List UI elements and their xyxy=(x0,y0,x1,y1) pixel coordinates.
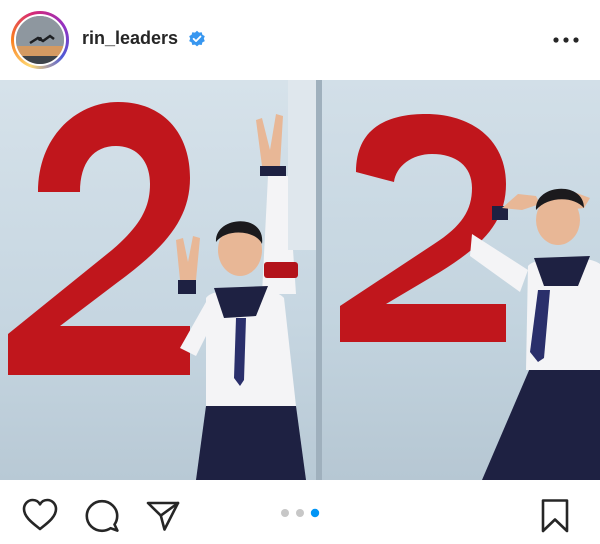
right-photo-scene xyxy=(340,114,600,480)
carousel-indicator xyxy=(281,508,320,518)
avatar[interactable] xyxy=(14,14,66,66)
username-link[interactable]: rin_leaders xyxy=(82,28,178,49)
post-photo[interactable] xyxy=(0,80,600,480)
verified-badge-icon xyxy=(189,30,205,47)
heart-icon[interactable] xyxy=(22,498,58,532)
wall-panel-edge xyxy=(288,80,318,250)
post-header: rin_leaders xyxy=(0,0,600,80)
bookmark-icon[interactable] xyxy=(540,498,570,534)
carousel-dot-2[interactable] xyxy=(296,509,304,517)
more-options-icon[interactable] xyxy=(552,36,580,44)
share-icon[interactable] xyxy=(146,500,180,532)
photo-panel-right xyxy=(322,80,600,480)
comment-icon[interactable] xyxy=(84,499,120,533)
story-ring[interactable] xyxy=(11,11,69,69)
carousel-dot-1[interactable] xyxy=(281,509,289,517)
avatar-image xyxy=(16,16,64,64)
photo-panel-left xyxy=(0,80,318,480)
left-photo-scene xyxy=(8,102,306,480)
carousel-dot-3-active[interactable] xyxy=(310,508,320,518)
